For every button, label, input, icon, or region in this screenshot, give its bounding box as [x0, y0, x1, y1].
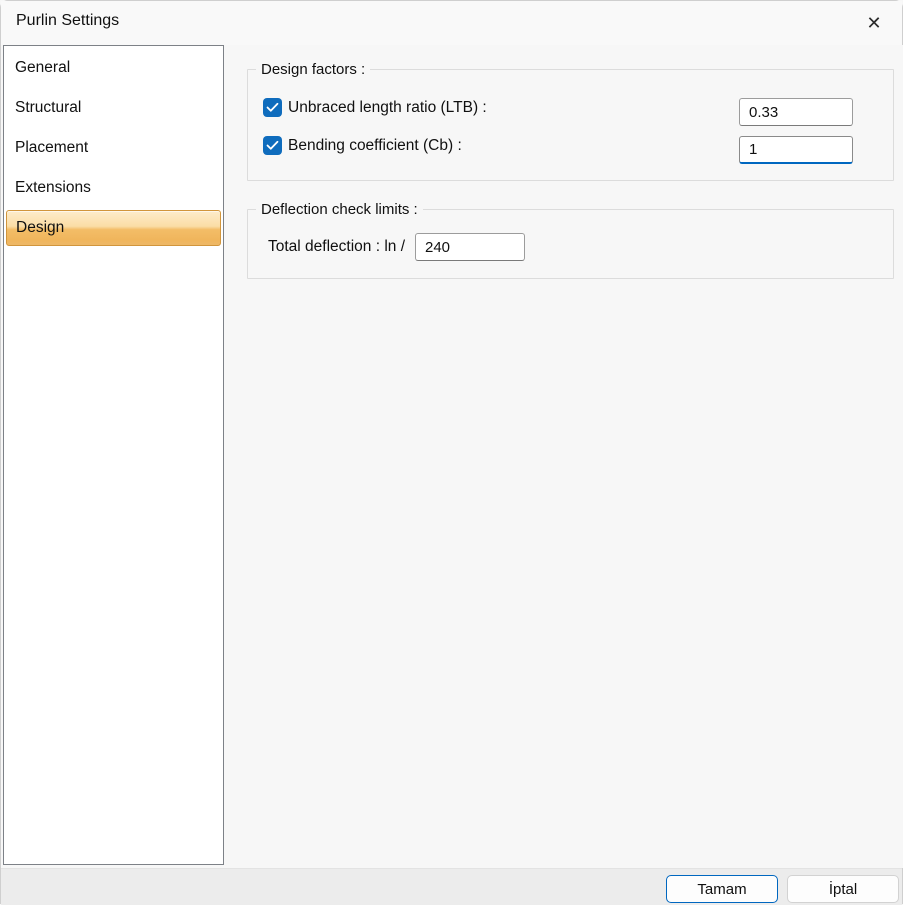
- window-title: Purlin Settings: [16, 12, 120, 29]
- sidebar-item-label: Design: [16, 219, 65, 236]
- ok-button[interactable]: Tamam: [666, 875, 778, 903]
- total-deflection-input[interactable]: [415, 233, 525, 261]
- total-deflection-row: Total deflection : ln /: [268, 233, 525, 261]
- group-legend: Deflection check limits :: [256, 200, 423, 219]
- nav-list: General Structural Placement Extensions …: [4, 48, 223, 248]
- close-icon[interactable]: ✕: [859, 9, 889, 37]
- cancel-button[interactable]: İptal: [787, 875, 899, 903]
- sidebar-item-extensions[interactable]: Extensions: [4, 168, 223, 208]
- sidebar-item-general[interactable]: General: [4, 48, 223, 88]
- sidebar-item-label: Placement: [15, 139, 89, 156]
- bending-coefficient-row: Bending coefficient (Cb) :: [263, 136, 462, 155]
- total-deflection-label: Total deflection : ln /: [268, 238, 405, 255]
- unbraced-length-row: Unbraced length ratio (LTB) :: [263, 98, 487, 117]
- settings-content-panel: Design factors : Unbraced length ratio (…: [226, 45, 903, 868]
- unbraced-length-label: Unbraced length ratio (LTB) :: [288, 98, 487, 116]
- checkmark-icon: [266, 102, 279, 113]
- sidebar-item-placement[interactable]: Placement: [4, 128, 223, 168]
- sidebar-item-label: General: [15, 59, 71, 76]
- purlin-settings-dialog: { "window": { "title": "Purlin Settings"…: [0, 0, 903, 905]
- deflection-limits-group: Deflection check limits : Total deflecti…: [247, 200, 894, 279]
- bending-coefficient-label: Bending coefficient (Cb) :: [288, 136, 462, 154]
- settings-nav-sidebar: General Structural Placement Extensions …: [3, 45, 224, 865]
- dialog-footer: Tamam İptal: [1, 868, 902, 905]
- sidebar-item-label: Structural: [15, 99, 82, 116]
- sidebar-item-design[interactable]: Design: [6, 210, 221, 246]
- unbraced-length-input[interactable]: [739, 98, 853, 126]
- sidebar-item-label: Extensions: [15, 179, 91, 196]
- title-bar: Purlin Settings ✕: [1, 1, 902, 45]
- bending-coefficient-input[interactable]: [739, 136, 853, 164]
- bending-coefficient-checkbox[interactable]: [263, 136, 282, 155]
- group-legend: Design factors :: [256, 60, 371, 79]
- design-factors-group: Design factors : Unbraced length ratio (…: [247, 60, 894, 181]
- unbraced-length-checkbox[interactable]: [263, 98, 282, 117]
- checkmark-icon: [266, 140, 279, 151]
- sidebar-item-structural[interactable]: Structural: [4, 88, 223, 128]
